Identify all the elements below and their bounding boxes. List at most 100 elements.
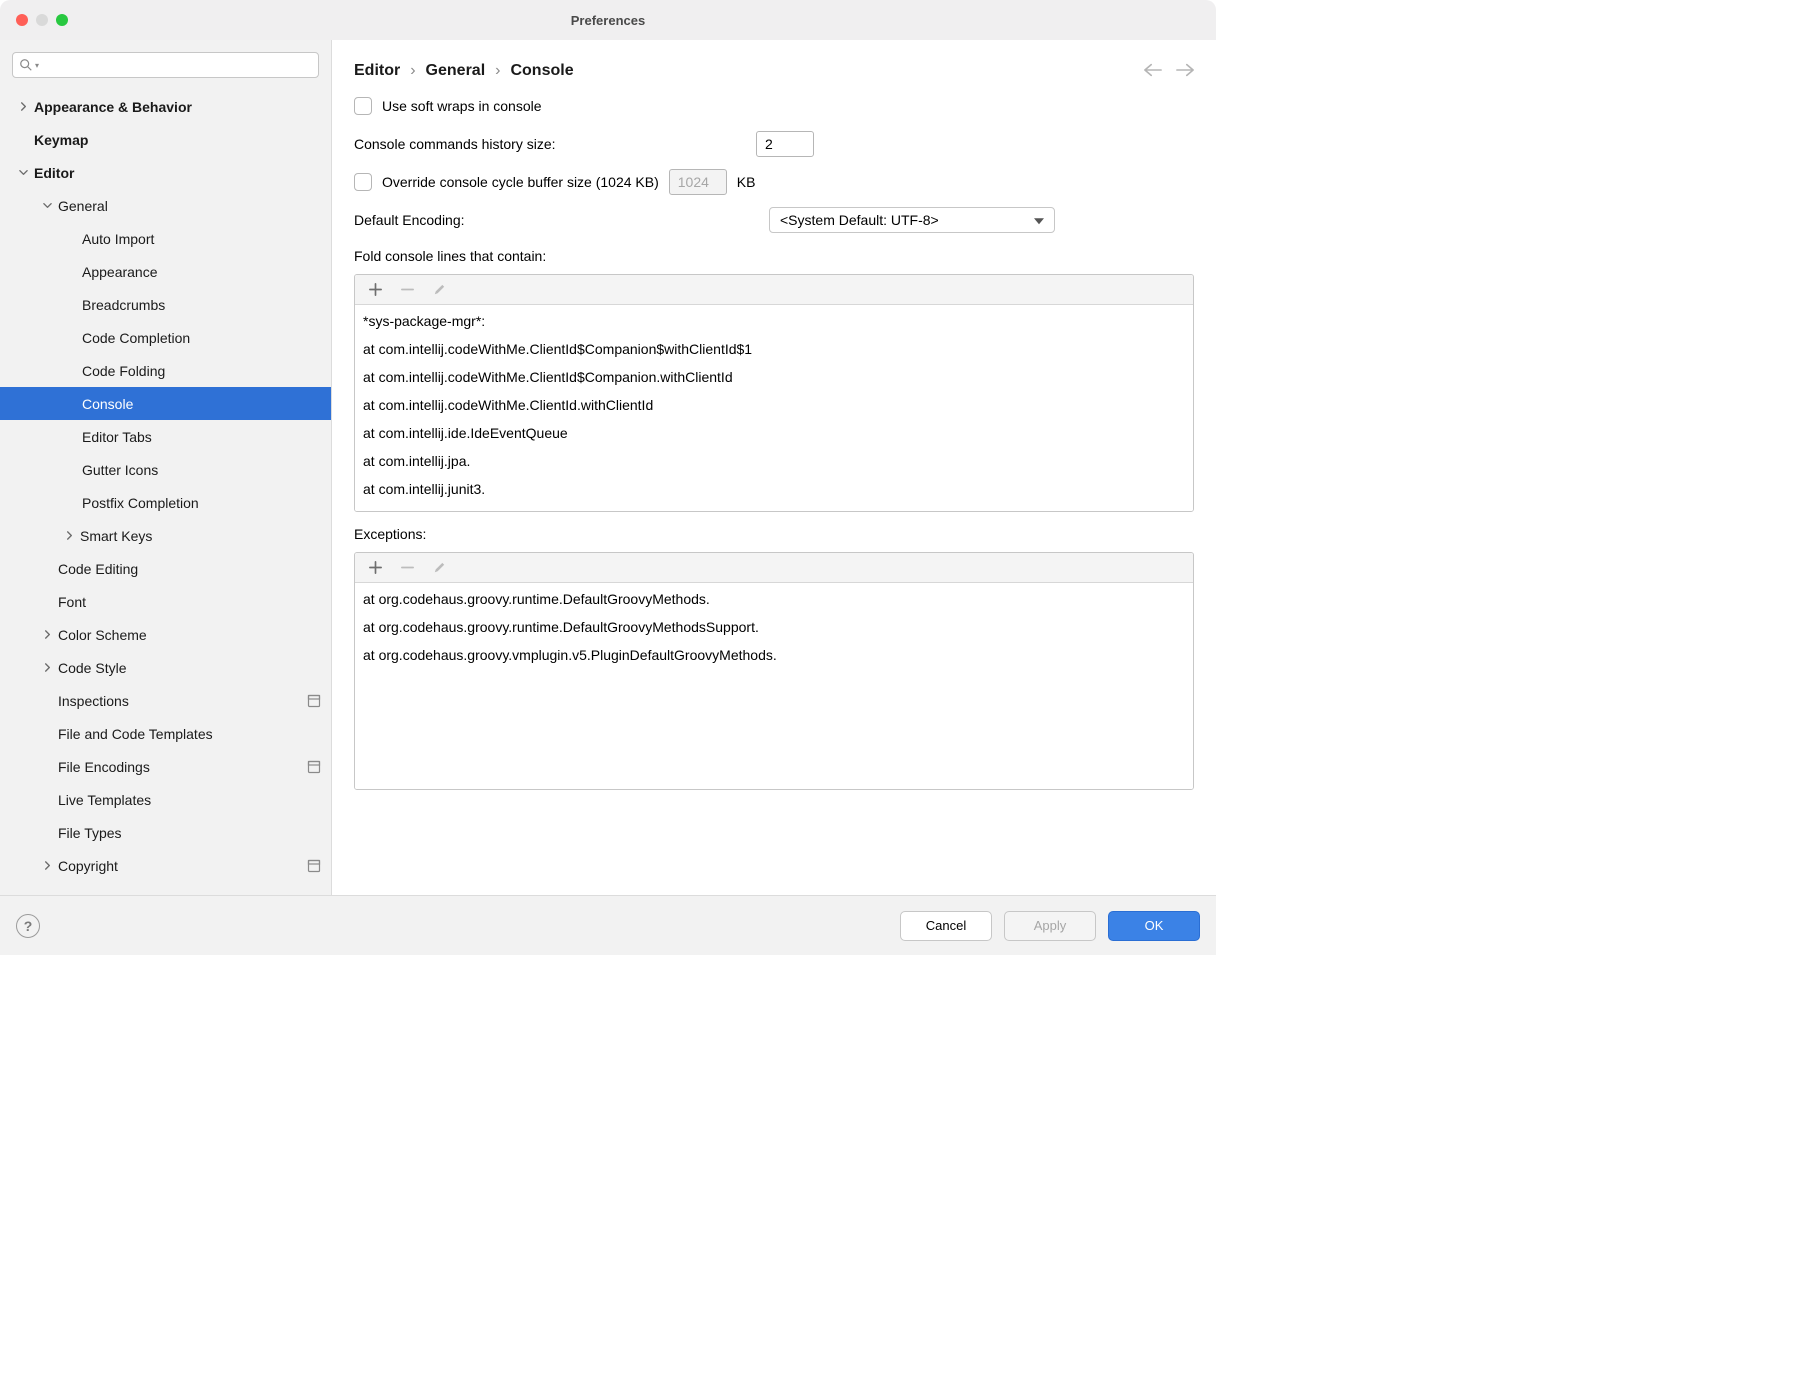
sidebar-item-label: File Encodings: [58, 759, 307, 775]
search-input[interactable]: ▾: [12, 52, 319, 78]
override-buffer-label: Override console cycle buffer size (1024…: [382, 174, 659, 190]
sidebar-item-label: Inspections: [58, 693, 307, 709]
exceptions-section-label: Exceptions:: [354, 526, 1194, 542]
sidebar-item-label: Keymap: [34, 132, 321, 148]
sidebar-item-appearance[interactable]: Appearance: [0, 255, 331, 288]
chevron-right-icon[interactable]: [40, 859, 54, 873]
soft-wraps-checkbox[interactable]: [354, 97, 372, 115]
search-field[interactable]: [39, 58, 312, 73]
sidebar-item-gutter-icons[interactable]: Gutter Icons: [0, 453, 331, 486]
fold-section-label: Fold console lines that contain:: [354, 248, 1194, 264]
sidebar-item-label: Color Scheme: [58, 627, 321, 643]
sidebar-item-label: Editor: [34, 165, 321, 181]
sidebar-item-color-scheme[interactable]: Color Scheme: [0, 618, 331, 651]
sidebar-item-label: Appearance: [82, 264, 321, 280]
encoding-value: <System Default: UTF-8>: [780, 212, 939, 228]
help-icon: ?: [24, 918, 33, 934]
sidebar-item-keymap[interactable]: Keymap: [0, 123, 331, 156]
titlebar: Preferences: [0, 0, 1216, 40]
list-item[interactable]: at com.intellij.junit4.: [355, 503, 1193, 511]
sidebar-item-copyright[interactable]: Copyright: [0, 849, 331, 882]
chevron-right-icon[interactable]: [62, 529, 76, 543]
list-item[interactable]: at com.intellij.junit3.: [355, 475, 1193, 503]
settings-tree[interactable]: Appearance & Behavior Keymap Editor General…: [0, 84, 331, 895]
breadcrumb-part: Editor: [354, 62, 400, 80]
remove-icon: [399, 282, 415, 298]
sidebar-item-console[interactable]: Console: [0, 387, 331, 420]
sidebar-item-label: Gutter Icons: [82, 462, 321, 478]
exceptions-list-body[interactable]: at org.codehaus.groovy.runtime.DefaultGr…: [355, 583, 1193, 789]
forward-icon[interactable]: [1176, 63, 1194, 80]
override-buffer-unit: KB: [737, 174, 756, 190]
breadcrumb-part: Console: [510, 62, 573, 80]
list-item[interactable]: at com.intellij.jpa.: [355, 447, 1193, 475]
chevron-right-icon[interactable]: [40, 661, 54, 675]
chevron-placeholder: [40, 760, 54, 774]
list-item[interactable]: at com.intellij.codeWithMe.ClientId$Comp…: [355, 335, 1193, 363]
sidebar-item-appearance-behavior[interactable]: Appearance & Behavior: [0, 90, 331, 123]
sidebar-item-code-completion[interactable]: Code Completion: [0, 321, 331, 354]
chevron-right-icon[interactable]: [16, 100, 30, 114]
list-item[interactable]: at com.intellij.ide.IdeEventQueue: [355, 419, 1193, 447]
project-level-icon: [307, 859, 321, 873]
add-icon[interactable]: [367, 560, 383, 576]
breadcrumb: Editor › General › Console: [354, 62, 574, 80]
sidebar-item-inspections[interactable]: Inspections: [0, 684, 331, 717]
exceptions-list: at org.codehaus.groovy.runtime.DefaultGr…: [354, 552, 1194, 790]
override-buffer-input: [669, 169, 727, 195]
chevron-down-icon[interactable]: [40, 199, 54, 213]
sidebar-item-file-encodings[interactable]: File Encodings: [0, 750, 331, 783]
sidebar-item-label: Code Completion: [82, 330, 321, 346]
encoding-label: Default Encoding:: [354, 212, 465, 228]
chevron-placeholder: [40, 595, 54, 609]
sidebar-item-label: Code Folding: [82, 363, 321, 379]
ok-button[interactable]: OK: [1108, 911, 1200, 941]
sidebar-item-general[interactable]: General: [0, 189, 331, 222]
sidebar-item-label: Copyright: [58, 858, 307, 874]
sidebar-item-code-editing[interactable]: Code Editing: [0, 552, 331, 585]
encoding-select[interactable]: <System Default: UTF-8>: [769, 207, 1055, 233]
list-item[interactable]: *sys-package-mgr*:: [355, 307, 1193, 335]
sidebar-item-label: Smart Keys: [80, 528, 321, 544]
breadcrumb-part: General: [426, 62, 486, 80]
back-icon[interactable]: [1144, 63, 1162, 80]
sidebar-item-font[interactable]: Font: [0, 585, 331, 618]
list-item[interactable]: at com.intellij.codeWithMe.ClientId$Comp…: [355, 363, 1193, 391]
sidebar-item-breadcrumbs[interactable]: Breadcrumbs: [0, 288, 331, 321]
sidebar-item-label: General: [58, 198, 321, 214]
fold-list-toolbar: [355, 275, 1193, 305]
sidebar-item-label: Live Templates: [58, 792, 321, 808]
sidebar-item-live-templates[interactable]: Live Templates: [0, 783, 331, 816]
list-item[interactable]: at org.codehaus.groovy.runtime.DefaultGr…: [355, 585, 1193, 613]
sidebar-item-auto-import[interactable]: Auto Import: [0, 222, 331, 255]
override-buffer-checkbox[interactable]: [354, 173, 372, 191]
fold-list: *sys-package-mgr*:at com.intellij.codeWi…: [354, 274, 1194, 512]
sidebar-item-label: Postfix Completion: [82, 495, 321, 511]
soft-wraps-label: Use soft wraps in console: [382, 98, 542, 114]
history-size-label: Console commands history size:: [354, 136, 556, 152]
list-item[interactable]: at org.codehaus.groovy.vmplugin.v5.Plugi…: [355, 641, 1193, 669]
sidebar-item-code-style[interactable]: Code Style: [0, 651, 331, 684]
history-size-input[interactable]: [756, 131, 814, 157]
chevron-right-icon[interactable]: [40, 628, 54, 642]
cancel-button[interactable]: Cancel: [900, 911, 992, 941]
sidebar-item-smart-keys[interactable]: Smart Keys: [0, 519, 331, 552]
sidebar-item-label: Code Editing: [58, 561, 321, 577]
fold-list-body[interactable]: *sys-package-mgr*:at com.intellij.codeWi…: [355, 305, 1193, 511]
list-item[interactable]: at com.intellij.codeWithMe.ClientId.with…: [355, 391, 1193, 419]
sidebar-item-editor[interactable]: Editor: [0, 156, 331, 189]
sidebar-item-file-types[interactable]: File Types: [0, 816, 331, 849]
sidebar-item-label: Breadcrumbs: [82, 297, 321, 313]
sidebar-item-file-and-code-templates[interactable]: File and Code Templates: [0, 717, 331, 750]
list-item[interactable]: at org.codehaus.groovy.runtime.DefaultGr…: [355, 613, 1193, 641]
chevron-placeholder: [40, 826, 54, 840]
add-icon[interactable]: [367, 282, 383, 298]
sidebar-item-postfix-completion[interactable]: Postfix Completion: [0, 486, 331, 519]
sidebar-item-editor-tabs[interactable]: Editor Tabs: [0, 420, 331, 453]
sidebar-item-code-folding[interactable]: Code Folding: [0, 354, 331, 387]
chevron-down-icon[interactable]: [16, 166, 30, 180]
chevron-right-icon: ›: [495, 62, 500, 80]
help-button[interactable]: ?: [16, 914, 40, 938]
chevron-placeholder: [40, 694, 54, 708]
sidebar-item-label: File Types: [58, 825, 321, 841]
